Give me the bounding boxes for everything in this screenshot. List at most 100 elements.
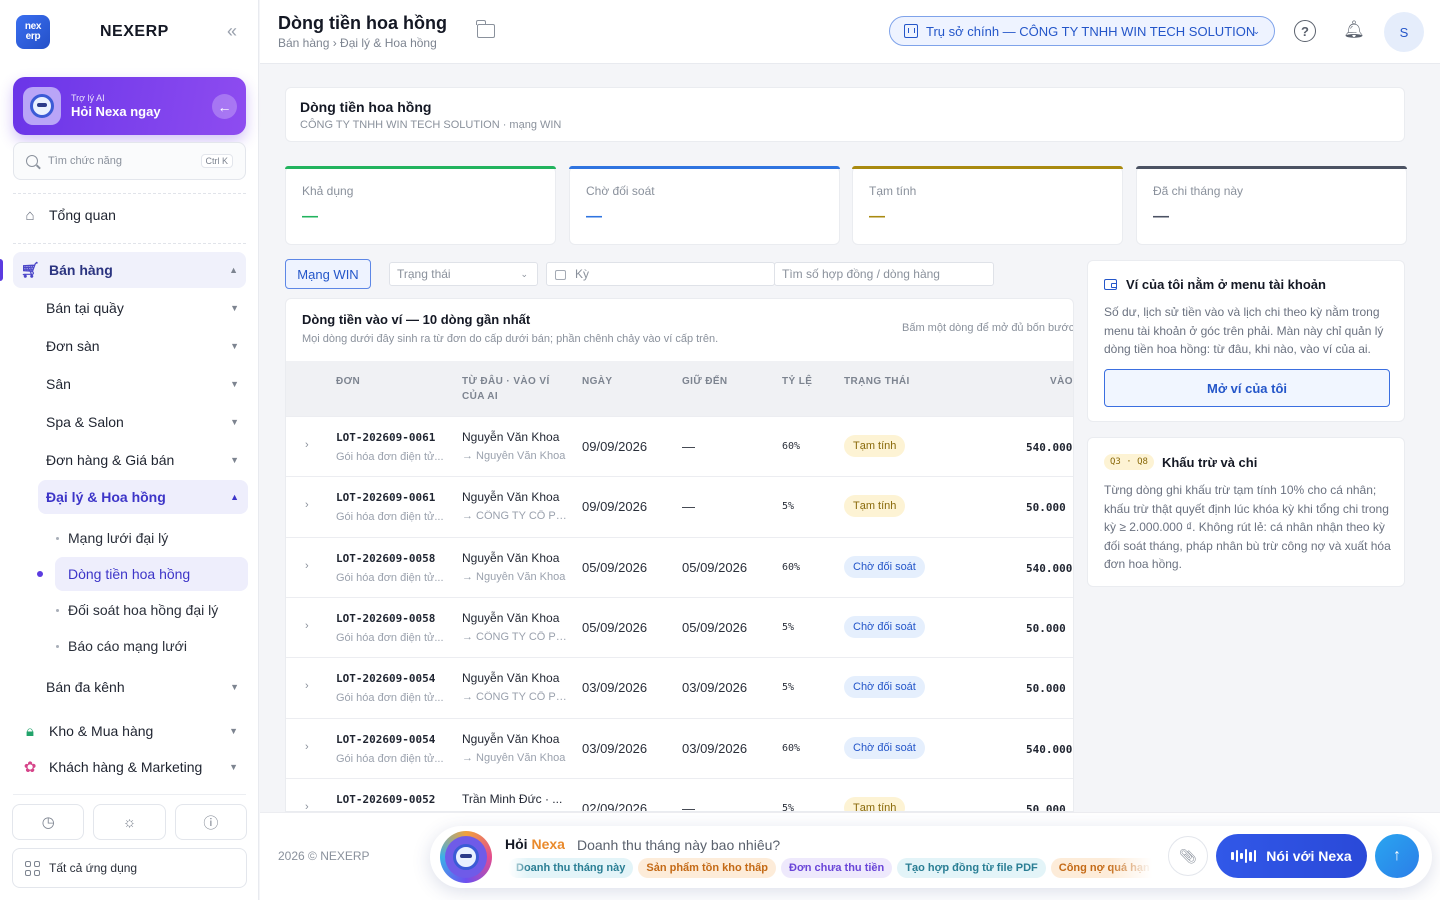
table-row[interactable]: › LOT-202609-0054 Gói hóa đơn điện tử... Ng… [286,717,1073,778]
suggestion-chip[interactable]: Tạo hợp đồng từ file PDF [897,858,1046,878]
sun-icon[interactable]: ☼ [93,804,166,840]
talk-to-nexa-button[interactable]: Nói với Nexa [1216,834,1367,878]
source-name: Trần Minh Đức · ... [462,791,563,806]
row-date: 03/09/2026 [582,680,648,696]
paperclip-icon[interactable]: 📎︎ [1168,836,1208,876]
active-indicator [0,259,3,281]
table-row[interactable]: › LOT-202609-0054 Gói hóa đơn điện tử... Ng… [286,657,1073,717]
nav-sub-label: Spa & Salon [46,414,124,430]
row-rate: 60% [782,742,801,754]
expand-chevron-icon[interactable]: › [305,499,309,511]
nav-overview[interactable]: ⌂ Tổng quan [13,197,246,233]
nav-sub-item[interactable]: Spa & Salon ▼ [38,405,248,439]
nav-warehouse[interactable]: 🔒︎ Kho & Mua hàng ▼ [13,713,246,749]
expand-chevron-icon[interactable]: › [305,680,309,692]
order-description: Gói hóa đơn điện tử... [336,631,444,644]
nav-sub-item[interactable]: Sân ▼ [38,367,248,401]
nexa-chat-bar: Hỏi Nexa Doanh thu tháng này bao nhiêu? … [430,826,1432,888]
send-arrow-icon[interactable]: ↑ [1375,834,1419,878]
chevron-down-icon: ▼ [230,379,239,389]
calendar-icon [555,270,566,280]
order-code: LOT-202609-0054 [336,672,436,686]
wallet-info-panel: Ví của tôi nằm ở menu tài khoản Số dư, l… [1087,260,1405,422]
nav-leaf[interactable]: Đối soát hoa hồng đại lý [55,593,248,627]
collapse-sidebar-icon[interactable]: « [227,21,237,41]
suggestion-chip[interactable]: Công nợ quá hạn [1050,858,1152,878]
table-row[interactable]: › LOT-202609-0061 Gói hóa đơn điện tử... Ng… [286,476,1073,536]
chevron-down-icon: ⌄ [1252,25,1260,36]
status-badge: Tạm tính [844,796,906,811]
expand-chevron-icon[interactable]: › [305,741,309,753]
wallet-panel-body: Số dư, lịch sử tiền vào và lịch chi theo… [1104,305,1384,356]
nav-sub-item[interactable]: Đơn sàn ▼ [38,329,248,363]
nav-sub-item-agency[interactable]: Đại lý & Hoa hồng ▲ [38,480,248,514]
clock-icon[interactable]: ◷ [12,804,85,840]
table-row[interactable]: ›LOT-202609-0052Gói hóa đơn điện tử...Tr… [286,777,1073,811]
expand-chevron-icon[interactable]: › [305,620,309,632]
nav-warehouse-label: Kho & Mua hàng [49,723,154,739]
row-amount: 540.000 [1026,561,1073,575]
expand-chevron-icon[interactable]: › [305,560,309,572]
row-hold-until: 03/09/2026 [682,680,748,696]
expand-chevron-icon[interactable]: › [305,801,309,811]
col-from[interactable]: TỪ ĐÂU · VÀO VÍ CỦA AI [462,374,550,404]
nav-customers[interactable]: ✿ Khách hàng & Marketing ▼ [13,749,246,785]
sidebar: nex erp NEXERP « Trợ lý AI Hỏi Nexa ngay … [0,0,259,900]
nav-sub-item[interactable]: Bán đa kênh ▼ [38,670,248,704]
stat-card-available: Khả dụng — [285,166,556,245]
col-due[interactable]: GIỮ ĐẾN [682,374,728,389]
table-row[interactable]: › LOT-202609-0058 Gói hóa đơn điện tử... Ng… [286,596,1073,657]
col-order[interactable]: ĐƠN [336,374,360,389]
stat-label: Đã chi tháng này [1153,184,1244,198]
nav-leaf[interactable]: Báo cáo mạng lưới [55,629,248,663]
nav-sales[interactable]: 🛒︎ Bán hàng ▲ [13,252,246,288]
wallet-owner: → CÔNG TY CỔ PHẦN [462,510,570,523]
nexa-avatar-icon[interactable] [440,831,492,883]
period-picker[interactable]: Kỳ [546,262,775,286]
nav-sub-label: Sân [46,376,71,392]
col-amount[interactable]: VÀO [1050,374,1073,389]
brand: nex erp NEXERP « [16,15,243,49]
bell-icon[interactable]: 🔔︎ [1343,19,1365,41]
help-icon[interactable]: ? [1294,20,1316,42]
contract-search-input[interactable]: Tìm số hợp đồng / dòng hàng [774,262,994,286]
user-avatar[interactable]: S [1384,12,1424,52]
company-name: Trụ sở chính — CÔNG TY TNHH WIN TECH SOL… [926,23,1256,39]
chevron-up-icon: ▲ [230,492,239,502]
suggestion-chip[interactable]: Sản phẩm tồn kho thấp [638,858,777,878]
nav-leaf[interactable]: Mạng lưới đại lý [55,521,248,555]
col-status[interactable]: TRẠNG THÁI [844,374,910,389]
folder-icon[interactable] [476,20,495,38]
company-selector[interactable]: Trụ sở chính — CÔNG TY TNHH WIN TECH SOL… [889,16,1275,46]
app-logo[interactable]: nex erp [16,15,50,49]
page-header-card: Dòng tiền hoa hồng CÔNG TY TNHH WIN TECH… [285,87,1405,142]
chevron-down-icon: ▼ [229,762,238,772]
suggestion-chip[interactable]: Đơn chưa thu tiền [781,858,893,878]
feature-search-input[interactable]: Tìm chức năng Ctrl K [13,142,246,180]
nav-sub-item[interactable]: Đơn hàng & Giá bán ▼ [38,443,248,477]
open-wallet-button[interactable]: Mở ví của tôi [1104,369,1390,407]
col-date[interactable]: NGÀY [582,374,613,389]
nav-leaf-current[interactable]: Dòng tiền hoa hồng [37,557,248,591]
row-date: 03/09/2026 [582,740,648,756]
source-name: Nguyễn Văn Khoa [462,671,560,686]
breadcrumb[interactable]: Bán hàng › Đại lý & Hoa hồng [278,36,437,50]
nav-sub-item[interactable]: Bán tại quầy ▼ [38,291,248,325]
status-select[interactable]: Trạng thái ⌄ [389,262,538,286]
col-rate[interactable]: TỶ LỆ [782,374,812,389]
section-subtitle: CÔNG TY TNHH WIN TECH SOLUTION · mạng WI… [300,119,562,131]
table-hint: Bấm một dòng để mở đủ bốn bước [902,322,1074,334]
table-row[interactable]: › LOT-202609-0061 Gói hóa đơn điện tử... Ng… [286,416,1073,476]
table-header: ĐƠN TỪ ĐÂU · VÀO VÍ CỦA AI NGÀY GIỮ ĐẾN T… [286,361,1073,416]
order-code: LOT-202609-0058 [336,611,436,625]
arrow-left-icon[interactable]: ← [212,94,237,119]
suggestion-chip[interactable]: Doanh thu tháng này [508,858,634,878]
alert-icon[interactable]: ⓘ [174,804,247,840]
network-filter-button[interactable]: Mạng WIN [285,259,371,289]
chat-input[interactable]: Doanh thu tháng này bao nhiêu? [577,837,780,853]
all-apps-button[interactable]: Tất cả ứng dụng [12,848,247,888]
expand-chevron-icon[interactable]: › [305,439,309,451]
chevron-down-icon: ▼ [230,682,239,692]
table-row[interactable]: › LOT-202609-0058 Gói hóa đơn điện tử... Ng… [286,536,1073,597]
ask-nexa-card[interactable]: Trợ lý AI Hỏi Nexa ngay ← [13,77,246,135]
